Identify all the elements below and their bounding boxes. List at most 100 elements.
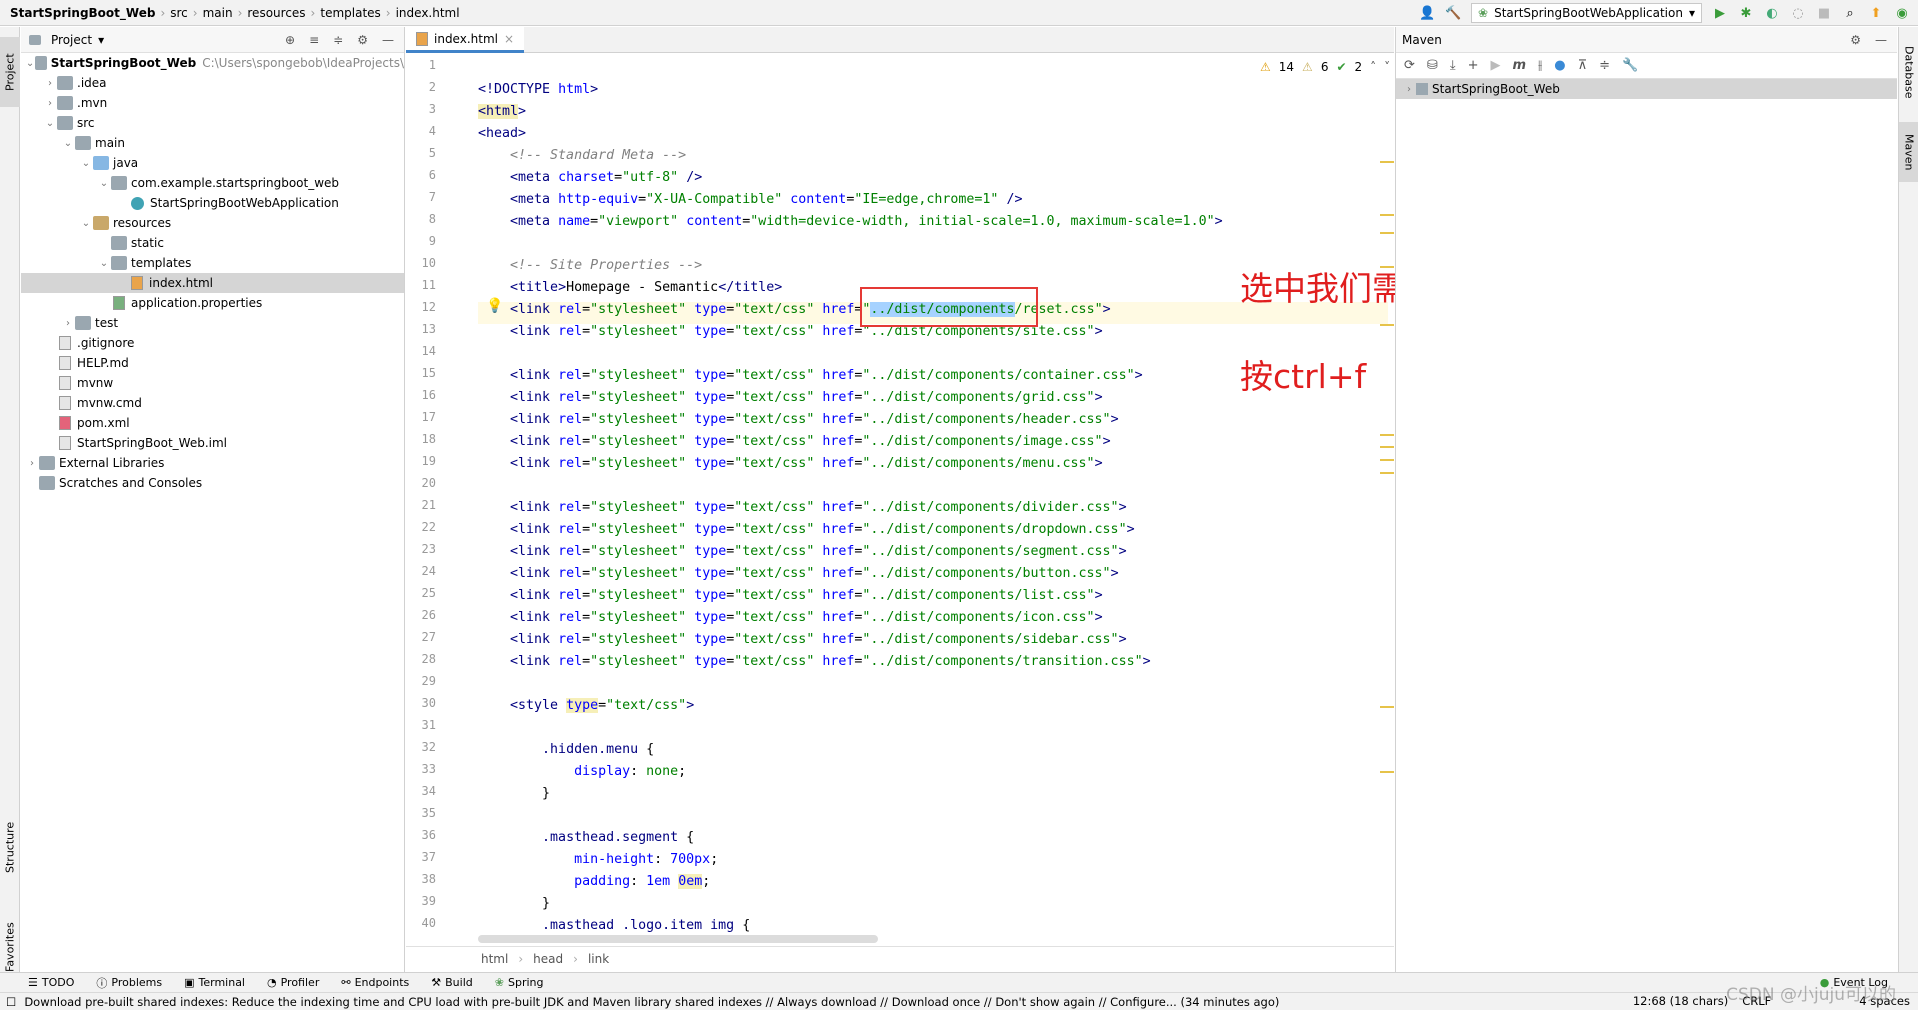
plugin-icon[interactable]: ◉: [1894, 5, 1910, 21]
structure-tool-tab[interactable]: Structure: [0, 807, 20, 887]
execute-goal-icon[interactable]: m: [1512, 58, 1526, 73]
expand-all-icon[interactable]: ≡: [309, 33, 319, 47]
chevron-down-icon[interactable]: ⌄: [25, 58, 35, 69]
build-tool-button[interactable]: ⚒ Build: [431, 976, 473, 989]
terminal-icon: ▣: [184, 976, 195, 989]
reload-icon[interactable]: ⟳: [1404, 58, 1415, 73]
tree-item[interactable]: mvnw.cmd: [21, 393, 404, 413]
tree-item-label: test: [95, 316, 119, 330]
tree-item[interactable]: ⌄ resources: [21, 213, 404, 233]
hammer-icon[interactable]: 🔨: [1445, 5, 1461, 21]
hide-icon[interactable]: —: [382, 33, 394, 47]
debug-icon[interactable]: ✱: [1738, 5, 1754, 21]
code-editor[interactable]: <!DOCTYPE html> <html> <head> <!-- Stand…: [478, 54, 1388, 944]
chevron-down-icon[interactable]: ⌄: [43, 118, 57, 129]
stop-icon[interactable]: ■: [1816, 5, 1832, 21]
chevron-right-icon[interactable]: ›: [43, 98, 57, 109]
profiler-tool-button[interactable]: ◔ Profiler: [267, 976, 319, 989]
breadcrumb-head[interactable]: head: [533, 952, 563, 966]
tree-item-label: .mvn: [77, 96, 108, 110]
crumb-resources[interactable]: resources: [247, 6, 305, 20]
chevron-down-icon[interactable]: ⌄: [97, 258, 111, 269]
crumb-main[interactable]: main: [203, 6, 233, 20]
tree-item[interactable]: application.properties: [21, 293, 404, 313]
chevron-down-icon[interactable]: ⌄: [79, 158, 93, 169]
chevron-right-icon[interactable]: ›: [61, 318, 75, 329]
show-dependencies-icon[interactable]: ⊼: [1578, 58, 1588, 73]
tree-item[interactable]: › .mvn: [21, 93, 404, 113]
profile-icon[interactable]: ◌: [1790, 5, 1806, 21]
generate-sources-icon[interactable]: ⛁: [1427, 58, 1438, 73]
tree-item[interactable]: ⌄ StartSpringBoot_Web C:\Users\spongebob\I…: [21, 53, 404, 73]
problems-tool-button[interactable]: ⓘ Problems: [96, 975, 162, 991]
run-config-select[interactable]: ❀ StartSpringBootWebApplication ▾: [1471, 3, 1702, 23]
download-icon[interactable]: ⤓: [1450, 58, 1456, 73]
todo-tool-button[interactable]: ☰ TODO: [28, 976, 74, 989]
error-stripe[interactable]: [1380, 54, 1394, 944]
tree-item[interactable]: HELP.md: [21, 353, 404, 373]
user-icon[interactable]: 👤: [1419, 5, 1435, 21]
database-tool-tab[interactable]: Database: [1899, 37, 1918, 107]
update-icon[interactable]: ⬆: [1868, 5, 1884, 21]
project-view-select[interactable]: Project: [51, 33, 92, 47]
chevron-right-icon[interactable]: ›: [43, 78, 57, 89]
horizontal-scrollbar[interactable]: [478, 935, 878, 943]
locate-icon[interactable]: ⊕: [285, 33, 295, 47]
tree-item[interactable]: Scratches and Consoles: [21, 473, 404, 493]
maven-project-item[interactable]: › StartSpringBoot_Web: [1396, 79, 1897, 99]
chevron-down-icon[interactable]: ⌄: [79, 218, 93, 229]
tree-item[interactable]: ⌄ src: [21, 113, 404, 133]
spring-tool-button[interactable]: ❀ Spring: [495, 976, 544, 989]
crumb-templates[interactable]: templates: [320, 6, 380, 20]
tree-item[interactable]: ⌄ com.example.startspringboot_web: [21, 173, 404, 193]
tree-item[interactable]: StartSpringBoot_Web.iml: [21, 433, 404, 453]
chevron-right-icon[interactable]: ›: [25, 458, 39, 469]
tree-item[interactable]: ⌄ templates: [21, 253, 404, 273]
endpoints-tool-button[interactable]: ⚯ Endpoints: [341, 976, 409, 989]
project-tool-tab[interactable]: Project: [0, 37, 20, 107]
maven-tool-tab[interactable]: Maven: [1899, 122, 1918, 182]
tree-item[interactable]: static: [21, 233, 404, 253]
skip-tests-icon[interactable]: ●: [1554, 58, 1565, 73]
tree-item[interactable]: StartSpringBootWebApplication: [21, 193, 404, 213]
add-icon[interactable]: +: [1468, 58, 1479, 73]
tree-item[interactable]: .gitignore: [21, 333, 404, 353]
status-message[interactable]: Download pre-built shared indexes: Reduc…: [24, 995, 1279, 1009]
tab-index-html[interactable]: index.html ×: [406, 27, 525, 53]
hide-icon[interactable]: —: [1875, 33, 1887, 47]
tree-item[interactable]: pom.xml: [21, 413, 404, 433]
toggle-offline-icon[interactable]: ⫲: [1538, 58, 1542, 73]
tree-item[interactable]: ⌄ java: [21, 153, 404, 173]
chevron-right-icon[interactable]: ›: [1402, 84, 1416, 95]
coverage-icon[interactable]: ◐: [1764, 5, 1780, 21]
crumb-file[interactable]: index.html: [396, 6, 460, 20]
chevron-down-icon[interactable]: ⌄: [97, 178, 111, 189]
collapse-all-icon[interactable]: ≑: [333, 33, 343, 47]
terminal-tool-button[interactable]: ▣ Terminal: [184, 976, 245, 989]
wrench-icon[interactable]: 🔧: [1622, 58, 1638, 73]
tree-item[interactable]: mvnw: [21, 373, 404, 393]
caret-position[interactable]: 12:68 (18 chars): [1633, 994, 1728, 1008]
chevron-down-icon[interactable]: ⌄: [61, 138, 75, 149]
chevron-down-icon[interactable]: ▾: [98, 33, 104, 47]
notification-icon[interactable]: ☐: [6, 995, 16, 1009]
breadcrumb-html[interactable]: html: [481, 952, 508, 966]
tree-item[interactable]: › .idea: [21, 73, 404, 93]
lightbulb-icon[interactable]: 💡: [486, 298, 503, 314]
search-icon[interactable]: ⌕: [1842, 5, 1858, 21]
gear-icon[interactable]: ⚙: [1850, 33, 1861, 47]
tree-item[interactable]: index.html: [21, 273, 404, 293]
run-icon[interactable]: ▶: [1490, 58, 1500, 73]
tree-item[interactable]: ⌄ main: [21, 133, 404, 153]
folder-icon: [111, 176, 127, 190]
tree-item[interactable]: › External Libraries: [21, 453, 404, 473]
run-icon[interactable]: ▶: [1712, 5, 1728, 21]
breadcrumb-link[interactable]: link: [588, 952, 609, 966]
crumb-project[interactable]: StartSpringBoot_Web: [10, 6, 155, 20]
code-line: min-height: 700px;: [574, 852, 719, 867]
tree-item[interactable]: › test: [21, 313, 404, 333]
close-icon[interactable]: ×: [504, 32, 514, 46]
collapse-all-icon[interactable]: ≑: [1599, 58, 1610, 73]
crumb-src[interactable]: src: [170, 6, 188, 20]
gear-icon[interactable]: ⚙: [357, 33, 368, 47]
